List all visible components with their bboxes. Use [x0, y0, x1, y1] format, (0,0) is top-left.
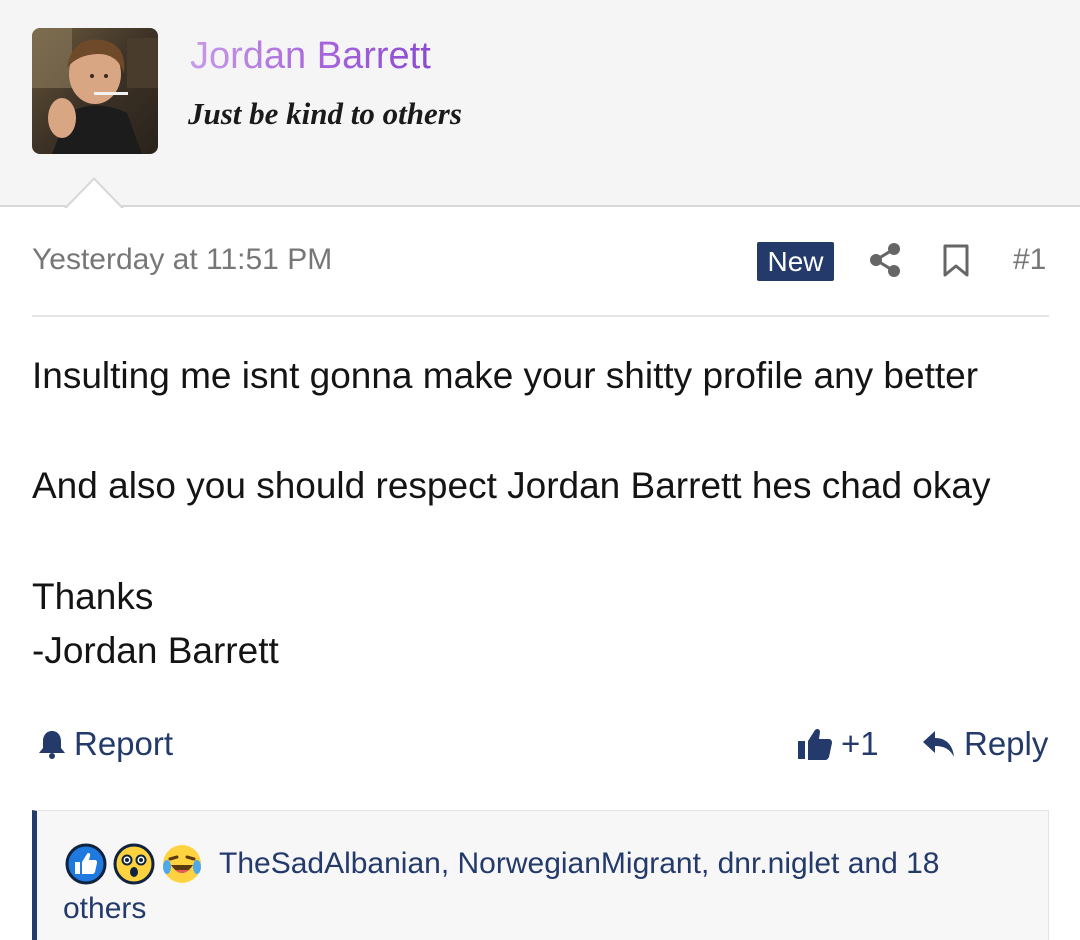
bell-icon [39, 731, 65, 759]
reply-arrow-icon [923, 731, 954, 757]
post-body-line: Insulting me isnt gonna make your shitty… [32, 355, 979, 396]
reply-label: Reply [964, 725, 1049, 762]
share-icon[interactable] [868, 242, 902, 278]
reply-button[interactable]: Reply [922, 722, 1048, 766]
post-body-line: And also you should respect Jordan Barre… [32, 465, 991, 506]
divider [32, 315, 1049, 317]
username[interactable]: Jordan Barrett [190, 34, 431, 78]
post-date[interactable]: Yesterday at 11:51 PM [32, 242, 332, 278]
post-body-line: Thanks [32, 576, 154, 617]
avatar[interactable] [32, 28, 158, 154]
post-body-line: -Jordan Barrett [32, 630, 279, 671]
user-title: Just be kind to others [188, 96, 462, 131]
avatar-image [32, 28, 158, 154]
new-badge: New [757, 242, 834, 281]
bookmark-icon[interactable] [942, 244, 970, 278]
report-label: Report [74, 725, 174, 762]
callout-arrow-fill [66, 180, 122, 209]
like-button[interactable]: +1 [797, 722, 879, 766]
reactions-bar[interactable]: TheSadAlbanian, NorwegianMigrant, dnr.ni… [32, 810, 1049, 940]
reactions-summary[interactable]: TheSadAlbanian, NorwegianMigrant, dnr.ni… [63, 841, 1003, 931]
post-number[interactable]: #1 [1013, 242, 1046, 278]
thumbs-up-icon [798, 728, 832, 760]
report-button[interactable]: Report [38, 722, 173, 766]
user-header: Jordan Barrett Just be kind to others [0, 0, 1080, 207]
like-count: +1 [841, 725, 879, 762]
